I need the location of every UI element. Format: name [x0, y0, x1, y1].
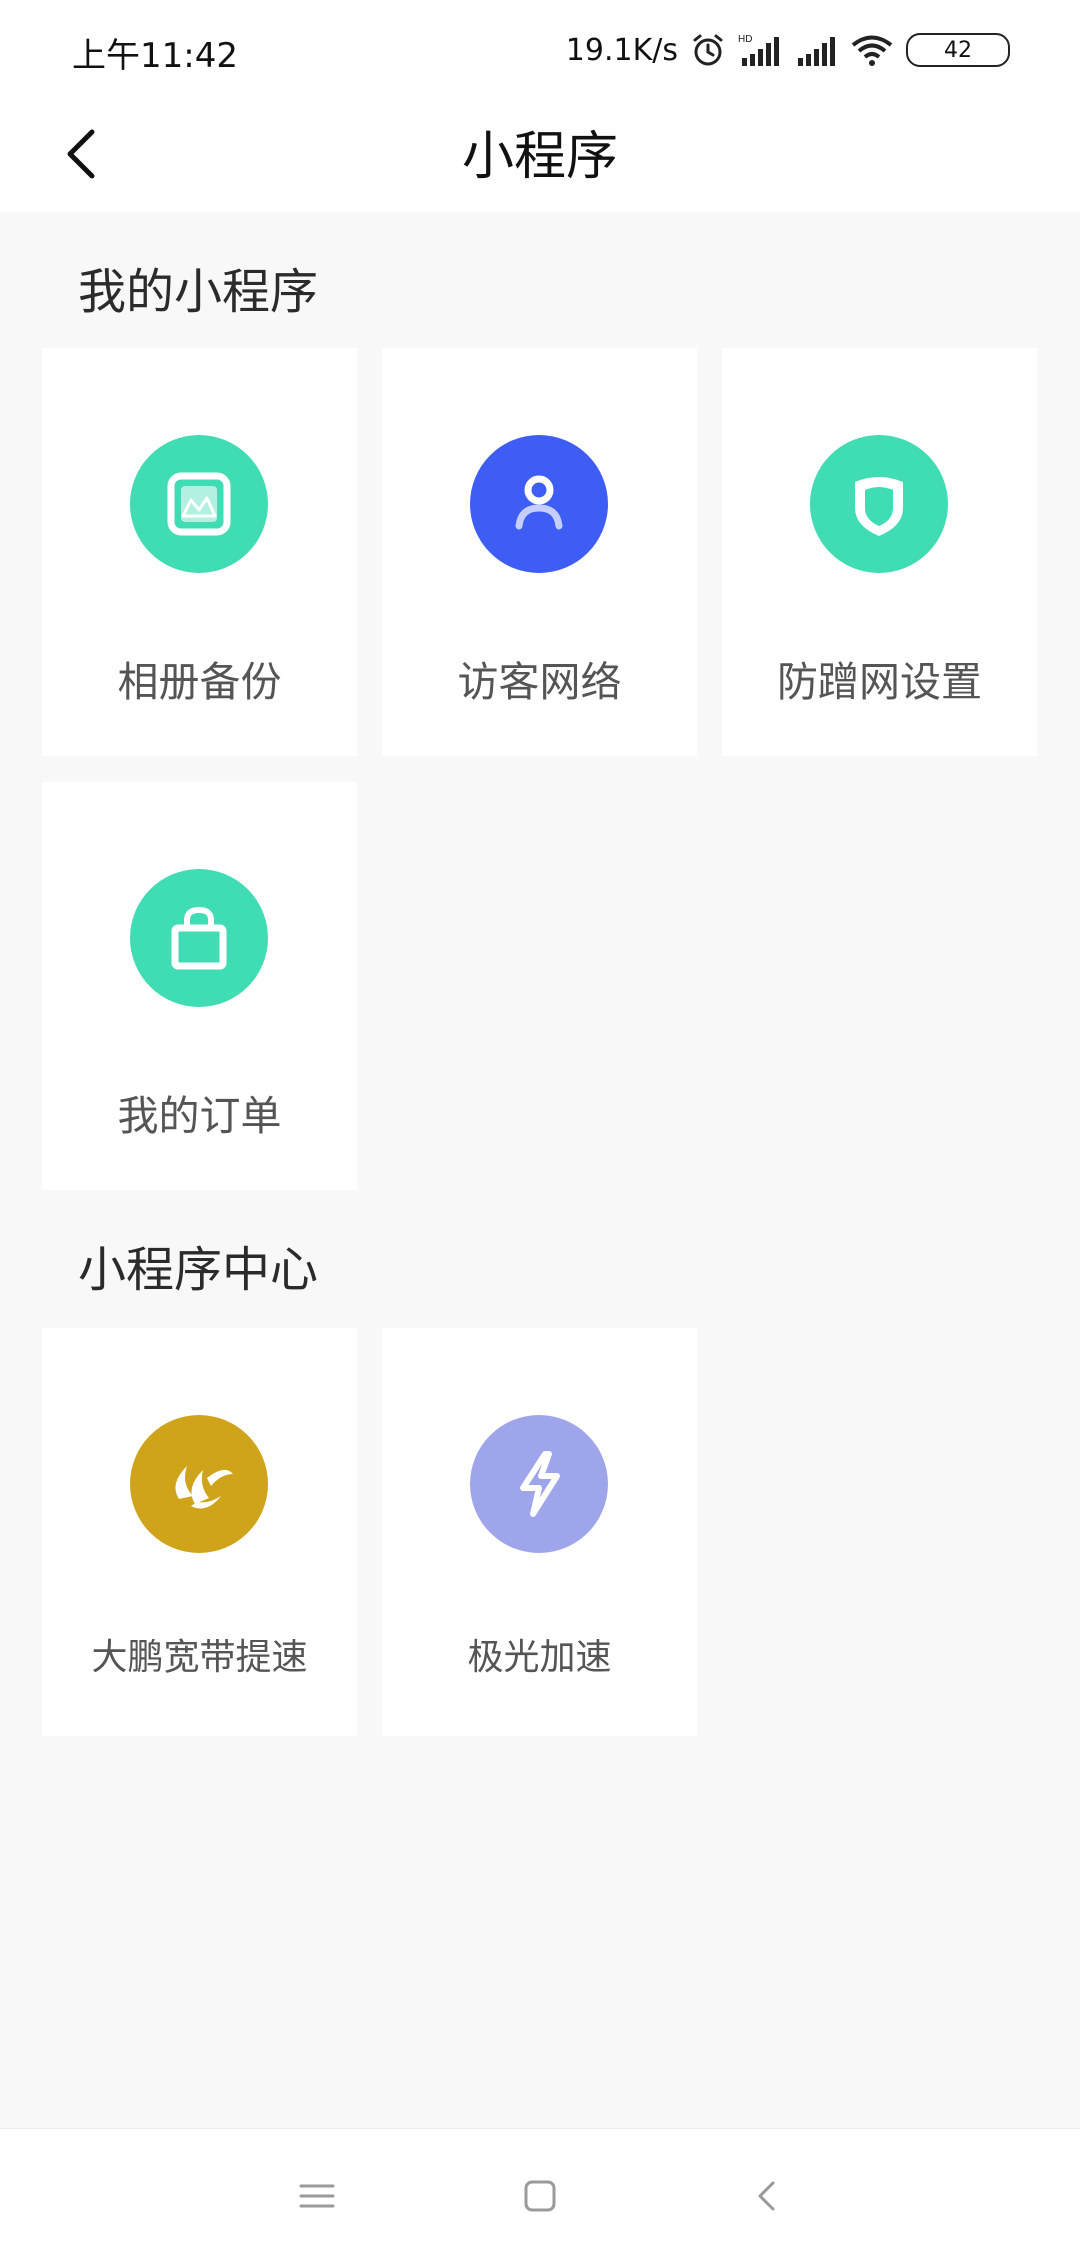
header: 小程序 — [0, 100, 1080, 212]
section-title-mini-program-center: 小程序中心 — [78, 1242, 319, 1298]
mini-program-my-orders[interactable]: 我的订单 — [42, 782, 357, 1190]
mini-program-photo-backup[interactable]: 相册备份 — [42, 348, 357, 756]
mini-program-anti-leech[interactable]: 防蹭网设置 — [722, 348, 1037, 756]
signal-icon — [798, 37, 835, 66]
shopping-bag-icon — [130, 869, 268, 1007]
status-indicators: 19.1K/s HD 42 — [566, 28, 1010, 72]
status-bar: 上午11:42 19.1K/s HD 42 — [0, 0, 1080, 100]
dapeng-logo-icon — [130, 1415, 268, 1553]
nav-back-button[interactable] — [742, 2171, 792, 2221]
mini-program-aurora-speedup[interactable]: 极光加速 — [382, 1328, 697, 1736]
mini-program-guest-network[interactable]: 访客网络 — [382, 348, 697, 756]
mini-program-dapeng-speedup[interactable]: 大鹏宽带提速 — [42, 1328, 357, 1736]
guest-user-icon — [470, 435, 608, 573]
mini-program-label: 极光加速 — [467, 1637, 612, 1678]
status-time: 上午11:42 — [72, 36, 238, 76]
system-nav-bar — [0, 2128, 1080, 2259]
section-title-my-mini-programs: 我的小程序 — [78, 264, 319, 320]
hd-signal-icon: HD — [738, 34, 779, 66]
network-speed: 19.1K/s — [565, 32, 678, 68]
shield-icon — [810, 435, 948, 573]
photo-album-icon — [130, 435, 268, 573]
mini-program-label: 相册备份 — [117, 658, 282, 706]
mini-program-label: 访客网络 — [457, 658, 622, 706]
page-title: 小程序 — [461, 127, 618, 187]
nav-home-button[interactable] — [515, 2171, 565, 2221]
battery-icon: 42 — [906, 33, 1010, 67]
alarm-icon — [693, 34, 723, 66]
mini-program-label: 防蹭网设置 — [777, 658, 982, 706]
svg-text:HD: HD — [738, 34, 752, 45]
mini-program-label: 大鹏宽带提速 — [91, 1637, 308, 1678]
nav-menu-button[interactable] — [292, 2171, 342, 2221]
home-icon — [524, 2180, 556, 2212]
back-icon — [758, 2181, 775, 2211]
lightning-icon — [470, 1415, 608, 1553]
wifi-icon — [851, 35, 893, 66]
mini-program-label: 我的订单 — [117, 1092, 282, 1140]
menu-icon — [299, 2184, 335, 2208]
